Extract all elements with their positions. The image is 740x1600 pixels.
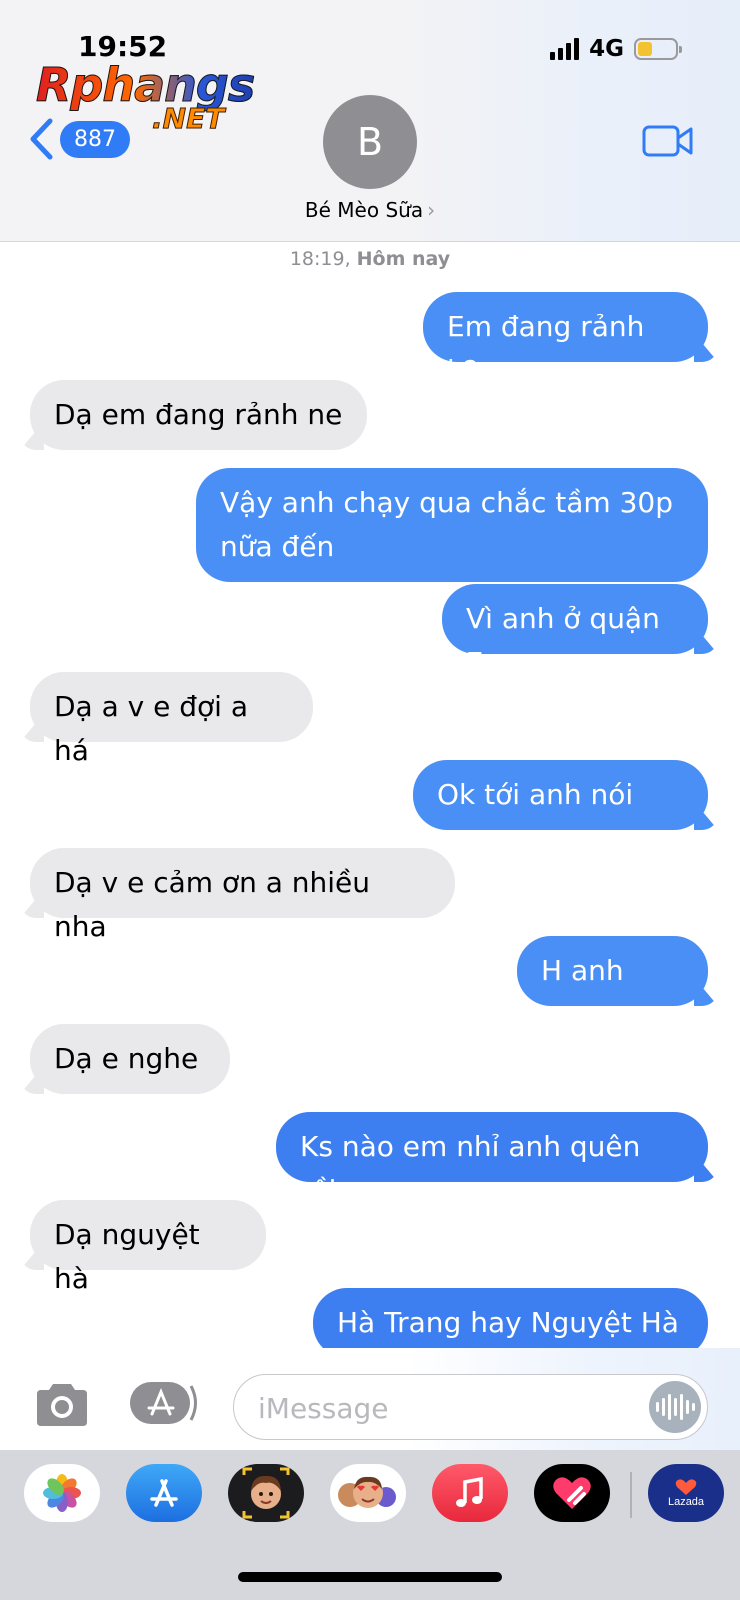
app-store-app-button[interactable]: [126, 1464, 202, 1522]
audio-message-button[interactable]: [649, 1381, 701, 1433]
chevron-right-icon: ›: [427, 198, 436, 222]
imessage-field-container: [233, 1374, 708, 1440]
message-sent-bubble[interactable]: H anh qua: [517, 936, 708, 1031]
timestamp-day: Hôm nay: [356, 248, 451, 270]
message-input-bar: [0, 1348, 740, 1450]
app-store-button[interactable]: [130, 1380, 200, 1430]
video-camera-icon: [642, 125, 693, 157]
lazada-label: Lazada: [667, 1496, 705, 1508]
message-received-bubble[interactable]: Dạ em đang rảnh ne: [30, 380, 367, 450]
chevron-left-icon: [30, 118, 53, 160]
photos-icon: [43, 1474, 81, 1512]
digital-touch-app-button[interactable]: [534, 1464, 610, 1522]
photos-app-button[interactable]: [24, 1464, 100, 1522]
contact-avatar[interactable]: B: [323, 95, 417, 189]
battery-icon: [634, 38, 682, 60]
message-sent-bubble[interactable]: Em đang rảnh k?: [423, 292, 708, 387]
imessage-input[interactable]: [256, 1387, 630, 1429]
signal-icon: [550, 38, 580, 60]
network-type: 4G: [589, 36, 624, 62]
heart-icon: [553, 1477, 591, 1509]
camera-button[interactable]: [33, 1382, 91, 1432]
conversation-timestamp: 18:19, Hôm nay: [0, 248, 740, 270]
status-indicators: 4G: [550, 36, 682, 62]
drawer-divider: [630, 1472, 632, 1518]
contact-name: Bé Mèo Sữa: [304, 198, 424, 222]
home-indicator[interactable]: [238, 1572, 502, 1582]
apps-icon: [130, 1382, 197, 1424]
message-received-bubble[interactable]: Dạ a v e đợi a há: [30, 672, 313, 767]
conversation-header: 19:52 Rphangs .NET 4G 887 B Bé Mèo Sữa ›: [0, 0, 740, 242]
lazada-heart-icon: [675, 1479, 697, 1495]
stickers-app-button[interactable]: [330, 1464, 406, 1522]
app-store-icon: [150, 1479, 178, 1507]
message-sent-bubble[interactable]: Vậy anh chạy qua chắc tầm 30p nữa đến: [196, 468, 708, 582]
lazada-icon: Lazada: [668, 1478, 704, 1508]
contact-name-button[interactable]: Bé Mèo Sữa ›: [0, 198, 740, 222]
memoji-app-button[interactable]: [228, 1464, 304, 1522]
lazada-app-button[interactable]: Lazada: [648, 1464, 724, 1522]
stickers-icon: [338, 1476, 396, 1508]
music-icon: [456, 1476, 483, 1507]
waveform-icon: [655, 1394, 695, 1420]
message-sent-bubble[interactable]: Ks nào em nhỉ anh quên rồi: [276, 1112, 708, 1207]
message-received-bubble[interactable]: Dạ v e cảm ơn a nhiều nha: [30, 848, 455, 943]
music-app-button[interactable]: [432, 1464, 508, 1522]
timestamp-time: 18:19,: [289, 248, 351, 270]
message-sent-bubble[interactable]: Ok tới anh nói em: [413, 760, 708, 855]
message-received-bubble[interactable]: Dạ e nghe: [30, 1024, 230, 1094]
camera-icon: [37, 1384, 87, 1426]
watermark-sub-text: .NET: [151, 102, 225, 136]
message-sent-bubble[interactable]: Vì anh ở quận 7: [442, 584, 708, 679]
video-call-button[interactable]: [642, 124, 694, 162]
unread-count-badge: 887: [60, 120, 130, 158]
back-button[interactable]: 887: [28, 118, 130, 160]
message-received-bubble[interactable]: Dạ nguyệt hà: [30, 1200, 266, 1295]
memoji-icon: [242, 1467, 290, 1519]
